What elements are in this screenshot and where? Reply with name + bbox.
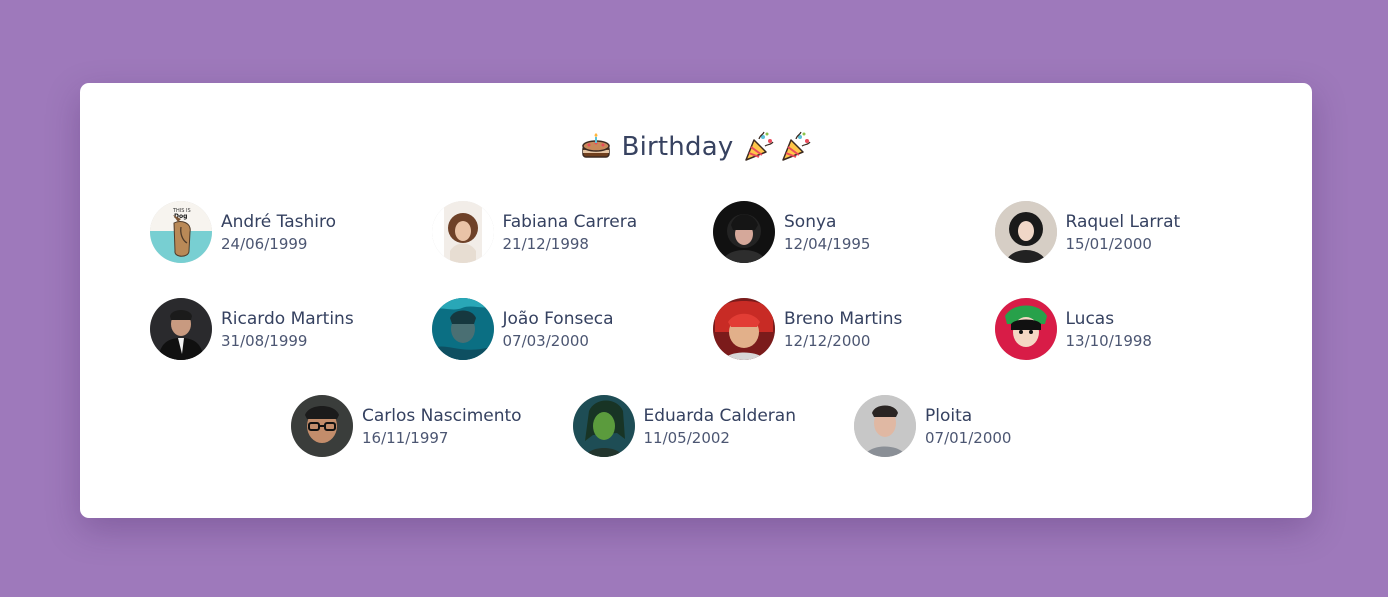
birthday-person: THIS IS Dog André Tashiro 24/06/1999 (150, 201, 432, 263)
birthday-cake-icon (580, 131, 612, 163)
dark-hair-avatar (713, 201, 775, 263)
green-hat-anime-avatar (994, 298, 1057, 360)
birthday-person: Ricardo Martins 31/08/1999 (150, 298, 432, 360)
birthday-row: Ricardo Martins 31/08/1999 João Fonseca (150, 298, 1276, 360)
person-name: Ploita (925, 405, 973, 426)
person-birthdate: 07/01/2000 (925, 428, 1012, 447)
person-info: Ricardo Martins 31/08/1999 (221, 308, 354, 351)
birthday-person: Eduarda Calderan 11/05/2002 (572, 395, 855, 457)
birthday-person: Ploita 07/01/2000 (854, 395, 1136, 457)
party-popper-group (743, 131, 812, 163)
person-name: Fabiana Carrera (502, 211, 638, 232)
person-birthdate: 13/10/1998 (1065, 331, 1152, 350)
birthday-person: Fabiana Carrera 21/12/1998 (431, 201, 714, 263)
glasses-avatar (291, 395, 353, 457)
person-name: Ricardo Martins (221, 308, 354, 329)
person-name: André Tashiro (221, 211, 337, 232)
person-birthdate: 24/06/1999 (221, 234, 308, 253)
birthday-title: Birthday (80, 125, 1312, 169)
person-birthdate: 11/05/2002 (643, 428, 730, 447)
birthday-person: Carlos Nascimento 16/11/1997 (291, 395, 573, 457)
person-info: Raquel Larrat 15/01/2000 (1066, 211, 1181, 254)
red-hair-anime-avatar (713, 298, 775, 360)
black-hair-avatar (994, 201, 1057, 263)
person-birthdate: 16/11/1997 (362, 428, 449, 447)
person-birthdate: 31/08/1999 (221, 331, 308, 350)
person-info: Sonya 12/04/1995 (784, 211, 870, 254)
person-info: André Tashiro 24/06/1999 (221, 211, 336, 254)
page-title: Birthday (621, 132, 734, 162)
birthday-row: Carlos Nascimento 16/11/1997 Eduarda Cal… (291, 395, 1136, 457)
suit-avatar (150, 298, 212, 360)
person-info: Lucas 13/10/1998 (1066, 308, 1152, 351)
gray-shirt-avatar (854, 395, 916, 457)
person-birthdate: 12/12/2000 (784, 331, 871, 350)
birthday-card: Birthday THIS IS Dog André Tashiro 24/06… (80, 83, 1312, 518)
person-name: João Fonseca (502, 308, 614, 329)
birthday-row: THIS IS Dog André Tashiro 24/06/1999 Fab… (150, 201, 1276, 263)
person-info: Ploita 07/01/2000 (925, 405, 1011, 448)
curly-hair-avatar (431, 201, 494, 263)
person-name: Breno Martins (784, 308, 903, 329)
person-birthdate: 15/01/2000 (1065, 234, 1152, 253)
person-birthdate: 21/12/1998 (502, 234, 589, 253)
person-name: Eduarda Calderan (643, 405, 796, 426)
green-character-avatar (572, 395, 635, 457)
birthday-person: João Fonseca 07/03/2000 (431, 298, 714, 360)
person-name: Lucas (1065, 308, 1115, 329)
person-name: Carlos Nascimento (362, 405, 522, 426)
birthday-person: Raquel Larrat 15/01/2000 (994, 201, 1277, 263)
party-popper-icon (780, 131, 812, 163)
person-info: Fabiana Carrera 21/12/1998 (503, 211, 638, 254)
birthday-person: Breno Martins 12/12/2000 (713, 298, 995, 360)
person-info: Carlos Nascimento 16/11/1997 (362, 405, 522, 448)
party-popper-icon (743, 131, 775, 163)
underwater-avatar (431, 298, 494, 360)
person-name: Raquel Larrat (1065, 211, 1181, 232)
person-info: Eduarda Calderan 11/05/2002 (644, 405, 796, 448)
person-birthdate: 07/03/2000 (502, 331, 589, 350)
person-name: Sonya (784, 211, 837, 232)
birthday-person: Lucas 13/10/1998 (994, 298, 1277, 360)
person-birthdate: 12/04/1995 (784, 234, 871, 253)
person-info: Breno Martins 12/12/2000 (784, 308, 902, 351)
dog-avatar: THIS IS Dog (150, 201, 212, 263)
birthday-person: Sonya 12/04/1995 (713, 201, 995, 263)
person-info: João Fonseca 07/03/2000 (503, 308, 614, 351)
